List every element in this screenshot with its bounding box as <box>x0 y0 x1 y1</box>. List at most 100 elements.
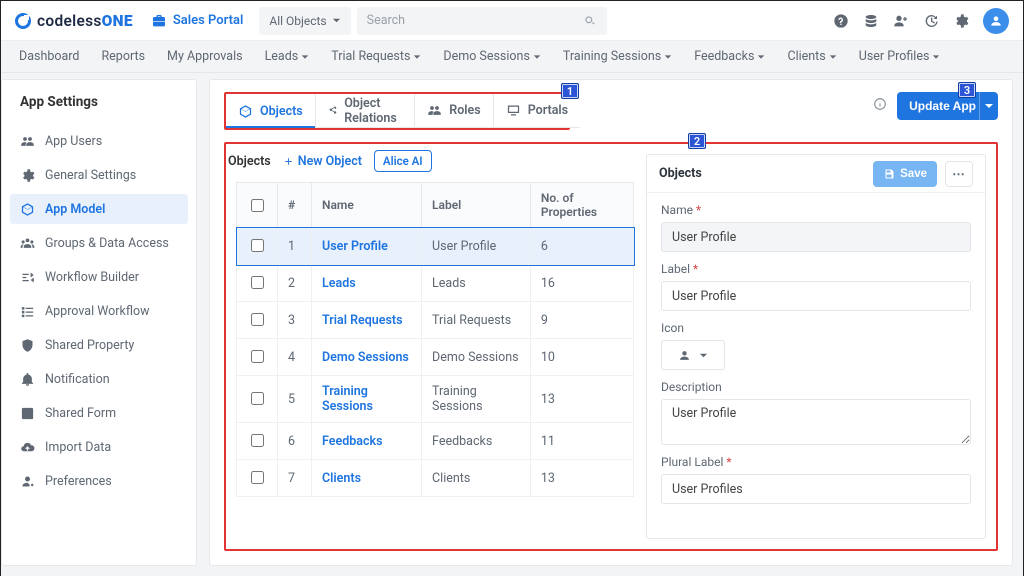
sidebar-item-preferences[interactable]: Preferences <box>10 466 188 496</box>
object-scope-dropdown[interactable]: All Objects <box>259 7 350 35</box>
nav-trial-requests[interactable]: Trial Requests <box>331 49 421 64</box>
nav-reports[interactable]: Reports <box>101 49 145 64</box>
row-name-link[interactable]: Feedbacks <box>322 434 383 449</box>
gear-icon[interactable] <box>953 13 969 29</box>
portal-switcher[interactable]: Sales Portal <box>151 13 244 29</box>
nav-my-approvals[interactable]: My Approvals <box>167 49 243 64</box>
row-name-link[interactable]: Leads <box>322 276 356 291</box>
users-icon <box>20 134 35 149</box>
user-avatar[interactable] <box>983 8 1009 34</box>
plural-label-input[interactable]: User Profiles <box>661 474 971 504</box>
nav-training-sessions[interactable]: Training Sessions <box>563 49 672 64</box>
alice-ai-button[interactable]: Alice AI <box>374 150 432 172</box>
row-props: 16 <box>530 265 633 302</box>
name-input[interactable]: User Profile <box>661 222 971 252</box>
row-checkbox[interactable] <box>251 313 264 326</box>
table-row[interactable]: 3Trial RequestsTrial Requests9 <box>237 302 634 339</box>
table-row[interactable]: 2LeadsLeads16 <box>237 265 634 302</box>
sidebar-item-shared-property[interactable]: Shared Property <box>10 330 188 360</box>
save-icon <box>883 168 895 180</box>
briefcase-icon <box>151 13 167 29</box>
sidebar-item-shared-form[interactable]: Shared Form <box>10 398 188 428</box>
row-name-link[interactable]: Demo Sessions <box>322 350 409 365</box>
row-checkbox[interactable] <box>251 434 264 447</box>
row-name-link[interactable]: User Profile <box>322 239 388 254</box>
objects-workspace: 2 Objects New Object Alice AI # Name Lab… <box>224 142 998 551</box>
database-icon[interactable] <box>863 13 879 29</box>
form-title: Objects <box>659 166 702 181</box>
label-input[interactable]: User Profile <box>661 281 971 311</box>
model-tabs: Objects Object Relations Roles Portals 1 <box>224 92 570 130</box>
caret-down-icon <box>932 53 940 61</box>
caret-down-icon <box>413 53 421 61</box>
chevron-down-icon <box>699 351 708 360</box>
info-icon[interactable] <box>873 97 887 115</box>
tab-object-relations[interactable]: Object Relations <box>316 94 416 128</box>
tab-portals[interactable]: Portals <box>494 94 580 128</box>
row-label: Training Sessions <box>422 376 531 423</box>
row-checkbox[interactable] <box>251 392 264 405</box>
nav-clients[interactable]: Clients <box>787 49 836 64</box>
update-app-button[interactable]: Update App <box>897 92 998 120</box>
more-actions-button[interactable]: ⋯ <box>945 161 973 187</box>
workflow-icon <box>20 270 35 285</box>
tab-objects[interactable]: Objects <box>226 94 316 128</box>
row-label: Trial Requests <box>422 302 531 339</box>
sidebar-item-app-model[interactable]: App Model <box>10 194 188 224</box>
table-row[interactable]: 7ClientsClients13 <box>237 460 634 497</box>
cube-icon <box>238 104 253 119</box>
share-icon <box>328 103 337 118</box>
nav-dashboard[interactable]: Dashboard <box>19 49 79 64</box>
settings-title: App Settings <box>10 92 188 126</box>
sidebar-item-general-settings[interactable]: General Settings <box>10 160 188 190</box>
sidebar-item-groups[interactable]: Groups & Data Access <box>10 228 188 258</box>
row-index: 3 <box>278 302 312 339</box>
table-row[interactable]: 1User ProfileUser Profile6 <box>237 228 634 265</box>
table-row[interactable]: 5Training SessionsTraining Sessions13 <box>237 376 634 423</box>
caret-down-icon <box>332 16 341 25</box>
row-checkbox[interactable] <box>251 350 264 363</box>
global-search[interactable]: Search <box>357 7 607 35</box>
callout-marker-1: 1 <box>561 83 579 99</box>
users-icon <box>427 103 442 118</box>
row-checkbox[interactable] <box>251 471 264 484</box>
description-input[interactable] <box>661 399 971 445</box>
object-details-form: Objects Save ⋯ NameUser Profile LabelUse… <box>646 154 986 539</box>
row-props: 9 <box>530 302 633 339</box>
row-label: Clients <box>422 460 531 497</box>
sidebar-item-import-data[interactable]: Import Data <box>10 432 188 462</box>
sidebar-item-workflow-builder[interactable]: Workflow Builder <box>10 262 188 292</box>
col-index: # <box>278 183 312 228</box>
sidebar-item-approval-workflow[interactable]: Approval Workflow <box>10 296 188 326</box>
nav-demo-sessions[interactable]: Demo Sessions <box>443 49 541 64</box>
row-label: Leads <box>422 265 531 302</box>
sidebar-item-app-users[interactable]: App Users <box>10 126 188 156</box>
form-icon <box>20 406 35 421</box>
table-row[interactable]: 6FeedbacksFeedbacks11 <box>237 423 634 460</box>
icon-select[interactable] <box>661 340 725 370</box>
history-icon[interactable] <box>923 13 939 29</box>
select-all-checkbox[interactable] <box>251 199 264 212</box>
add-user-icon[interactable] <box>893 13 909 29</box>
save-button[interactable]: Save <box>873 161 937 187</box>
nav-user-profiles[interactable]: User Profiles <box>859 49 941 64</box>
nav-leads[interactable]: Leads <box>265 49 310 64</box>
row-props: 11 <box>530 423 633 460</box>
row-checkbox[interactable] <box>251 239 264 252</box>
callout-marker-3: 3 <box>958 82 976 98</box>
table-row[interactable]: 4Demo SessionsDemo Sessions10 <box>237 339 634 376</box>
field-label-plural: Plural Label <box>661 455 971 469</box>
new-object-button[interactable]: New Object <box>283 154 362 169</box>
row-name-link[interactable]: Clients <box>322 471 361 486</box>
row-name-link[interactable]: Trial Requests <box>322 313 403 328</box>
help-icon[interactable] <box>833 13 849 29</box>
nav-feedbacks[interactable]: Feedbacks <box>694 49 765 64</box>
callout-marker-2: 2 <box>688 133 706 149</box>
row-name-link[interactable]: Training Sessions <box>322 384 373 414</box>
settings-sidebar: App Settings App Users General Settings … <box>1 79 197 566</box>
brand-logo[interactable]: codelessONE <box>15 12 133 30</box>
sidebar-item-notification[interactable]: Notification <box>10 364 188 394</box>
preferences-icon <box>20 474 35 489</box>
tab-roles[interactable]: Roles <box>415 94 493 128</box>
row-checkbox[interactable] <box>251 276 264 289</box>
